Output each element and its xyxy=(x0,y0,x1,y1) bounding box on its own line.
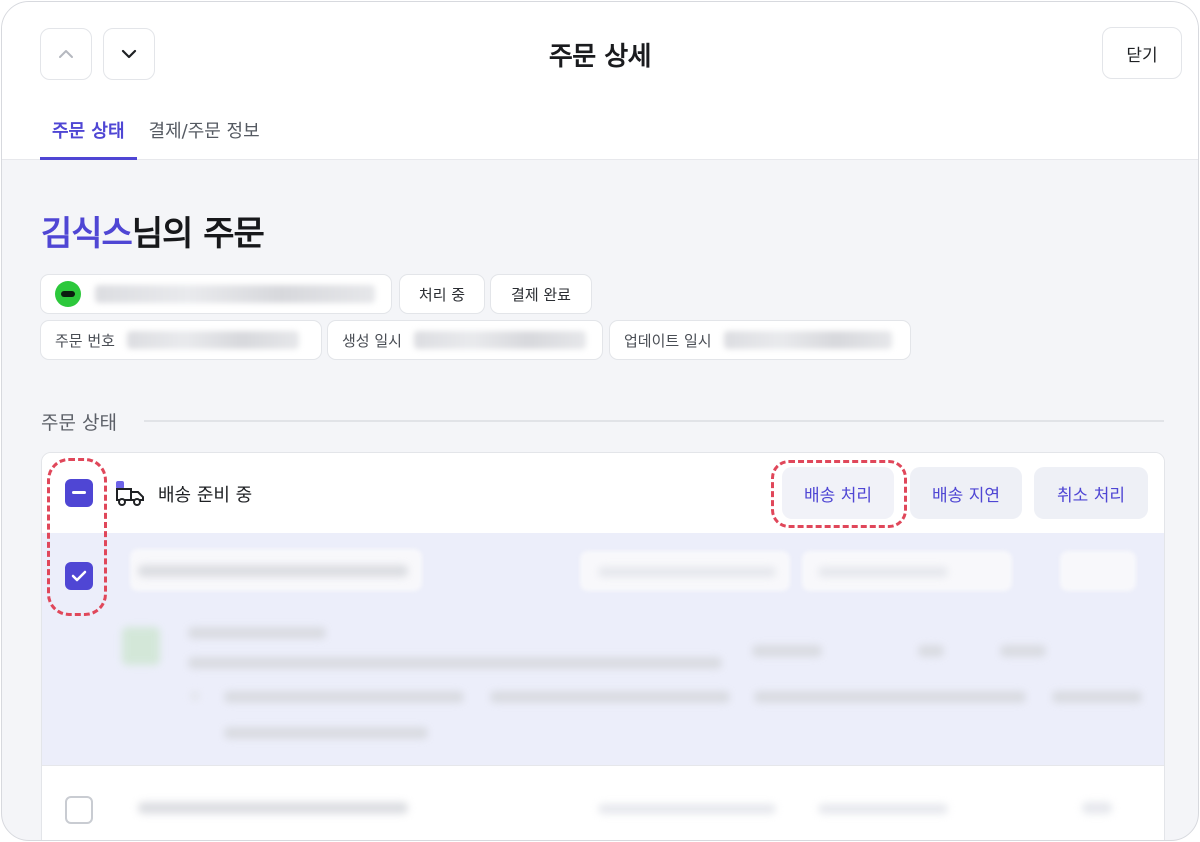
updated-at-chip: 업데이트 일시 xyxy=(609,320,911,360)
created-at-redacted xyxy=(413,331,586,349)
store-info-redacted xyxy=(95,285,375,303)
tab-order-status[interactable]: 주문 상태 xyxy=(40,118,137,160)
selected-order-row[interactable] xyxy=(42,533,1164,765)
redacted-text xyxy=(754,691,1026,703)
order-detail-window: 주문 상세 닫기 주문 상태 결제/주문 정보 김식스님의 주문 처리 중 결제… xyxy=(1,1,1199,841)
section-divider xyxy=(144,420,1164,422)
product-image-redacted xyxy=(122,627,160,665)
redacted-text xyxy=(598,567,776,577)
redacted-text xyxy=(818,804,948,814)
redacted-text xyxy=(918,645,944,657)
customer-name: 김식스 xyxy=(41,214,133,254)
redacted-text xyxy=(1082,802,1112,814)
panel-group-label: 배송 준비 중 xyxy=(158,485,253,506)
cancel-order-button[interactable]: 취소 처리 xyxy=(1034,467,1148,519)
created-at-chip: 생성 일시 xyxy=(327,320,603,360)
order-number-chip: 주문 번호 xyxy=(40,320,322,360)
order-row[interactable] xyxy=(42,765,1164,840)
updated-at-redacted xyxy=(723,331,892,349)
redacted-text xyxy=(138,802,408,814)
order-status-panel: 배송 준비 중 배송 처리 배송 지연 취소 처리 xyxy=(41,452,1165,840)
status-chip-paid: 결제 완료 xyxy=(490,274,592,314)
redacted-text xyxy=(224,727,428,739)
header: 주문 상세 닫기 주문 상태 결제/주문 정보 xyxy=(2,2,1198,160)
customer-title: 김식스님의 주문 xyxy=(41,206,265,255)
updated-at-label: 업데이트 일시 xyxy=(624,331,712,350)
created-at-label: 생성 일시 xyxy=(342,331,402,350)
redacted-text xyxy=(818,567,948,577)
store-chip xyxy=(40,274,392,314)
section-label: 주문 상태 xyxy=(41,412,117,434)
redacted-text xyxy=(138,565,408,577)
checkbox-highlight xyxy=(47,458,107,616)
redacted-text xyxy=(190,691,200,701)
row-checkbox-unchecked[interactable] xyxy=(65,796,93,824)
status-chip-processing: 처리 중 xyxy=(399,274,485,314)
ship-button-highlight xyxy=(771,460,907,528)
order-number-redacted xyxy=(126,331,299,349)
redacted-text xyxy=(1052,691,1142,703)
redacted-text xyxy=(188,657,722,669)
redacted-text xyxy=(188,627,326,639)
redacted-text xyxy=(490,691,730,703)
order-number-label: 주문 번호 xyxy=(55,331,115,350)
tab-payment-order-info[interactable]: 결제/주문 정보 xyxy=(137,118,272,160)
tab-bar: 주문 상태 결제/주문 정보 xyxy=(40,118,272,160)
row-button-redacted xyxy=(1060,551,1136,591)
delay-shipping-button[interactable]: 배송 지연 xyxy=(910,467,1022,519)
redacted-text xyxy=(752,645,822,657)
store-logo-icon xyxy=(55,281,81,307)
customer-title-suffix: 님의 주문 xyxy=(131,214,265,254)
panel-header: 배송 준비 중 배송 처리 배송 지연 취소 처리 xyxy=(42,453,1164,533)
page-title: 주문 상세 xyxy=(548,42,652,72)
redacted-text xyxy=(1000,645,1046,657)
redacted-text xyxy=(224,691,464,703)
close-button[interactable]: 닫기 xyxy=(1102,27,1182,79)
redacted-text xyxy=(598,804,776,814)
delivery-truck-icon xyxy=(116,481,144,506)
